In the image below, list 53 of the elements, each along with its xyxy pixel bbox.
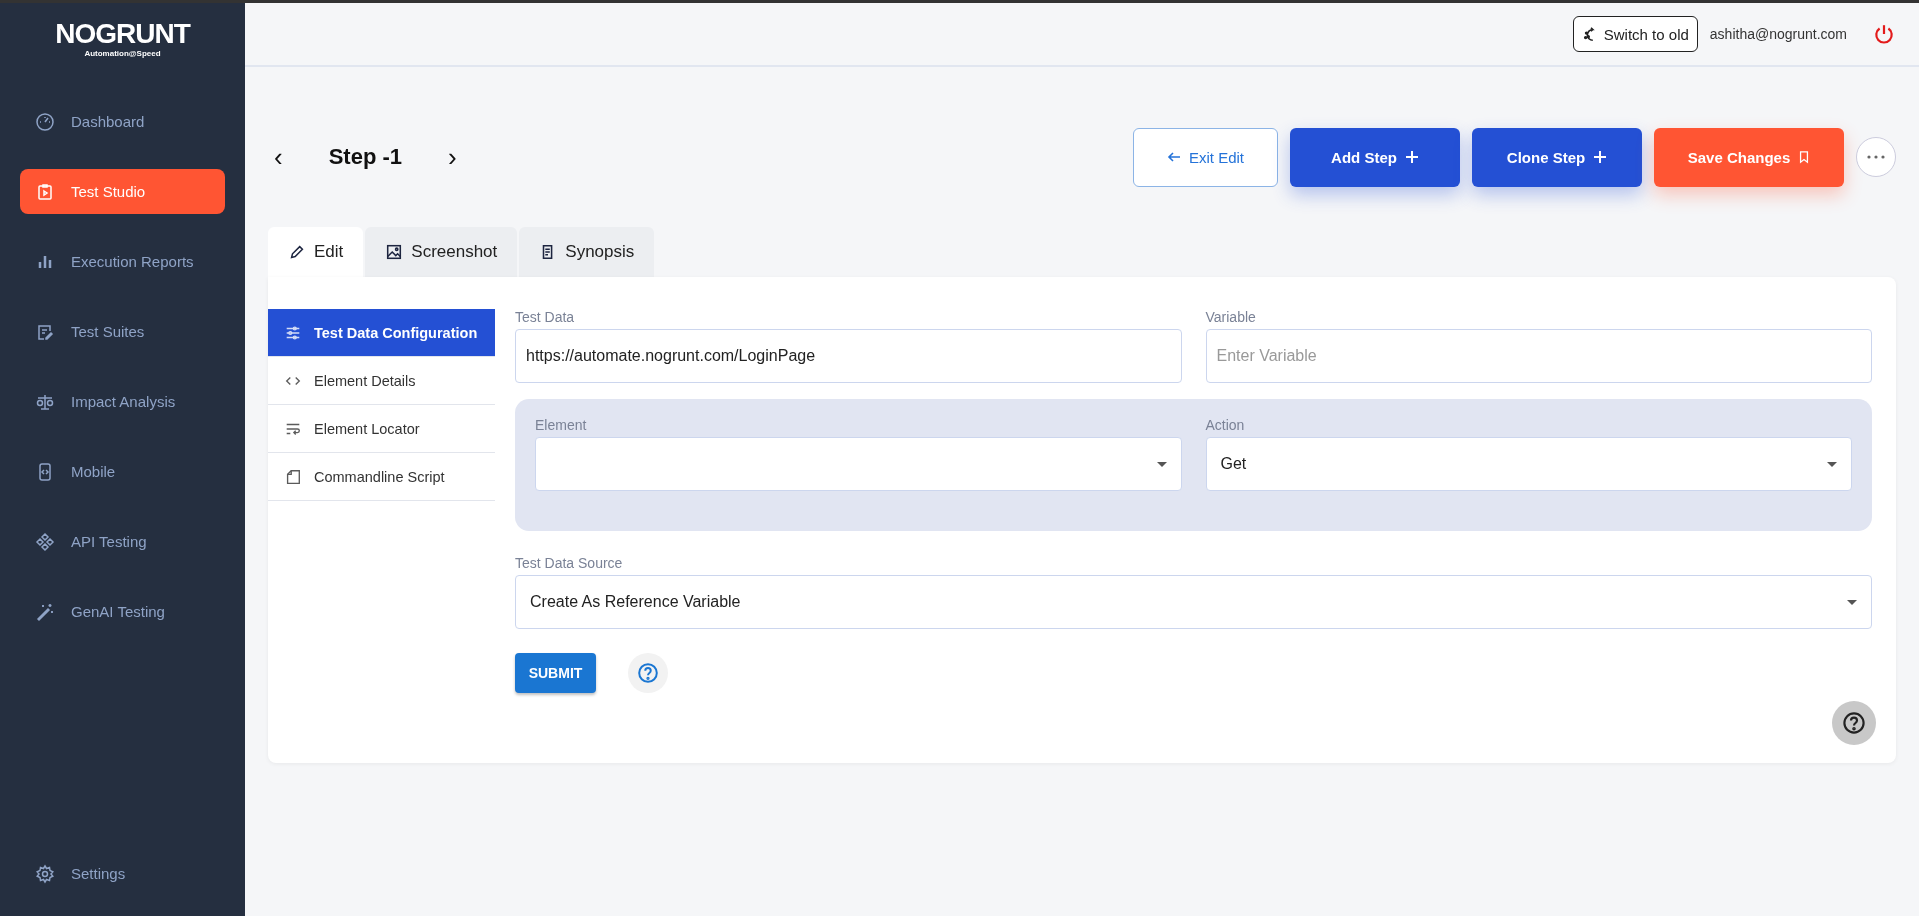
left-arrow-icon: [1167, 150, 1181, 164]
section-icon: [284, 323, 302, 342]
sidebar-item[interactable]: Impact Analysis: [20, 379, 225, 424]
section-item[interactable]: Element Details: [268, 357, 495, 405]
tab[interactable]: Edit: [268, 227, 364, 277]
tab[interactable]: Synopsis: [519, 227, 655, 277]
plus-icon: [1404, 150, 1419, 164]
nav-icon: [35, 181, 55, 202]
field-label: Test Data Source: [515, 555, 624, 571]
sidebar-item[interactable]: Test Suites: [20, 309, 225, 354]
action-dropdown[interactable]: Get: [1205, 437, 1852, 491]
section-item[interactable]: Element Locator: [268, 405, 495, 453]
help-icon: [1842, 711, 1866, 735]
sidebar-item[interactable]: Mobile: [20, 449, 225, 494]
add-button[interactable]: Clone Step: [1472, 127, 1642, 187]
user-email: ashitha@nogrunt.com: [1709, 26, 1847, 42]
nav-icon: [35, 601, 55, 622]
submit-button[interactable]: SUBMIT: [515, 653, 596, 693]
section-icon: [284, 467, 302, 486]
plus-icon: [1593, 150, 1608, 164]
tab[interactable]: Screenshot: [365, 227, 518, 277]
field-label: Action: [1205, 417, 1246, 433]
field-label: Test Data: [515, 309, 576, 325]
power-icon[interactable]: [1873, 23, 1895, 45]
help-icon: [637, 662, 659, 684]
next-step-button[interactable]: ›: [442, 141, 463, 173]
exit-edit-button[interactable]: Exit Edit: [1133, 127, 1278, 187]
sidebar-item[interactable]: Execution Reports: [20, 239, 225, 284]
sidebar-item[interactable]: Dashboard: [20, 99, 225, 144]
bookmark-icon: [1798, 150, 1811, 164]
tab-icon: [385, 243, 404, 261]
section-item[interactable]: Commandline Script: [268, 453, 495, 501]
nav-icon: [35, 531, 55, 552]
sidebar-item[interactable]: API Testing: [20, 519, 225, 564]
test-data-source-dropdown[interactable]: Create As Reference Variable: [515, 575, 1872, 629]
field-label: Element: [535, 417, 588, 433]
logo-text: NOGRUNT: [55, 19, 190, 49]
tab-icon: [288, 243, 306, 261]
nav-icon: [35, 111, 55, 132]
add-button[interactable]: Add Step: [1290, 127, 1460, 187]
logo-tagline: Automation@Speed: [84, 49, 161, 58]
switch-button[interactable]: Switch to old: [1572, 16, 1698, 52]
variable-field[interactable]: Enter Variable: [1205, 329, 1872, 383]
help-button[interactable]: [1832, 701, 1876, 745]
test-data-field[interactable]: https://automate.nogrunt.com/LoginPage: [515, 329, 1182, 383]
settings-icon: [35, 863, 55, 884]
more-icon: [1866, 154, 1886, 160]
settings-item[interactable]: Settings: [20, 851, 225, 896]
step-title: Step -1: [328, 144, 403, 170]
section-item[interactable]: Test Data Configuration: [268, 309, 495, 357]
field-label: Variable: [1205, 309, 1257, 325]
previous-step-button[interactable]: ‹: [268, 141, 289, 173]
sidebar-item[interactable]: GenAI Testing: [20, 589, 225, 634]
